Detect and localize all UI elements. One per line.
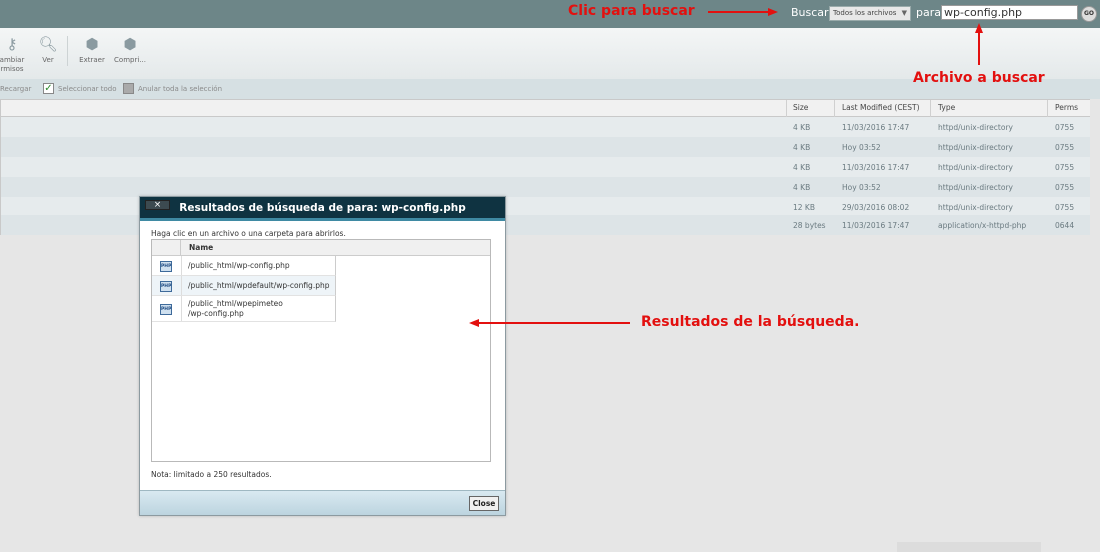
cell-modified: Hoy 03:52 — [842, 143, 881, 152]
compress-icon: ⬢ — [123, 35, 137, 53]
results-list: Name PHP /public_html/wp-config.php PHP … — [151, 239, 491, 462]
search-label: Buscar — [791, 6, 829, 19]
toolbar-divider — [67, 36, 68, 66]
cell-type: application/x-httpd-php — [938, 221, 1027, 230]
cell-type: httpd/unix-directory — [938, 183, 1013, 192]
annotation-click-search: Clic para buscar — [568, 3, 695, 19]
cell-perms: 0644 — [1055, 221, 1075, 230]
search-results-dialog: × Resultados de búsqueda de para: wp-con… — [139, 196, 506, 516]
cell-perms: 0755 — [1055, 123, 1075, 132]
cell-perms: 0755 — [1055, 183, 1075, 192]
toolbar-extract-button[interactable]: ⬢ Extraer — [77, 35, 107, 65]
table-row[interactable]: 4 KB Hoy 03:52 httpd/unix-directory 0755 — [1, 177, 1090, 197]
extract-icon: ⬢ — [85, 35, 99, 53]
result-item[interactable]: PHP /public_html/wp-config.php — [152, 256, 336, 276]
php-file-icon: PHP — [160, 261, 172, 272]
deselect-all-link[interactable]: Anular toda la selección — [138, 85, 222, 93]
row-divider — [181, 296, 182, 321]
toolbar-extract-label: Extraer — [79, 56, 105, 64]
dialog-header-stripe — [140, 218, 505, 221]
para-label: para — [916, 6, 941, 19]
toolbar-permissions-button[interactable]: ⚷ ambiar rmisos — [0, 35, 28, 74]
cell-modified: Hoy 03:52 — [842, 183, 881, 192]
search-bar: Buscar Todos los archivos ▼ para wp-conf… — [0, 0, 1100, 28]
column-type[interactable]: Type — [938, 103, 955, 112]
cell-size: 28 bytes — [793, 221, 826, 230]
php-file-icon: PHP — [160, 304, 172, 315]
table-row[interactable]: 4 KB 11/03/2016 17:47 httpd/unix-directo… — [1, 117, 1090, 137]
result-item[interactable]: PHP /public_html/wpdefault/wp-config.php — [152, 276, 336, 296]
cell-type: httpd/unix-directory — [938, 123, 1013, 132]
annotation-results: Resultados de la búsqueda. — [641, 314, 860, 330]
chevron-down-icon: ▼ — [901, 9, 907, 17]
cell-size: 4 KB — [793, 163, 811, 172]
cell-size: 4 KB — [793, 143, 811, 152]
results-header: Name — [152, 240, 490, 256]
table-row[interactable]: 4 KB Hoy 03:52 httpd/unix-directory 0755 — [1, 137, 1090, 157]
close-button[interactable]: Close — [469, 496, 499, 511]
toolbar-view-button[interactable]: 🔍︎ Ver — [36, 35, 60, 65]
go-button[interactable]: GO — [1081, 6, 1097, 22]
result-item[interactable]: PHP /public_html/wpepimeteo /wp-config.p… — [152, 296, 336, 322]
cell-type: httpd/unix-directory — [938, 143, 1013, 152]
row-divider — [181, 276, 182, 295]
cell-size: 4 KB — [793, 123, 811, 132]
dialog-header: × Resultados de búsqueda de para: wp-con… — [140, 197, 505, 218]
search-scope-value: Todos los archivos — [833, 9, 897, 17]
result-path: /public_html/wpdefault/wp-config.php — [188, 281, 330, 290]
results-column-name[interactable]: Name — [189, 243, 213, 252]
dialog-hint: Haga clic en un archivo o una carpeta pa… — [151, 229, 346, 238]
cell-perms: 0755 — [1055, 163, 1075, 172]
search-scope-select[interactable]: Todos los archivos ▼ — [829, 6, 911, 21]
toolbar-permissions-label: ambiar rmisos — [0, 56, 25, 73]
results-limit-note: Nota: limitado a 250 resultados. — [151, 470, 272, 479]
column-perms[interactable]: Perms — [1055, 103, 1078, 112]
search-input[interactable]: wp-config.php — [941, 5, 1078, 20]
dialog-footer: Close — [140, 490, 505, 515]
cell-modified: 11/03/2016 17:47 — [842, 221, 910, 230]
select-all-link[interactable]: Seleccionar todo — [58, 85, 117, 93]
cell-perms: 0755 — [1055, 203, 1075, 212]
row-divider — [181, 256, 182, 275]
pagination-bar — [897, 542, 1041, 552]
reload-link[interactable]: Recargar — [0, 85, 31, 93]
result-path: /public_html/wpepimeteo /wp-config.php — [188, 299, 283, 318]
cell-modified: 29/03/2016 08:02 — [842, 203, 910, 212]
table-row[interactable]: 4 KB 11/03/2016 17:47 httpd/unix-directo… — [1, 157, 1090, 177]
key-icon: ⚷ — [6, 35, 18, 53]
column-size[interactable]: Size — [793, 103, 808, 112]
cell-modified: 11/03/2016 17:47 — [842, 163, 910, 172]
php-file-icon: PHP — [160, 281, 172, 292]
results-icon-column — [152, 240, 181, 256]
table-header: Size Last Modified (CEST) Type Perms — [1, 100, 1090, 117]
cell-type: httpd/unix-directory — [938, 163, 1013, 172]
toolbar-compress-label: Compri... — [114, 56, 146, 64]
column-last-modified[interactable]: Last Modified (CEST) — [842, 103, 920, 112]
annotation-file-to-search: Archivo a buscar — [913, 70, 1045, 86]
deselect-all-checkbox[interactable] — [123, 83, 134, 94]
dialog-title: Resultados de búsqueda de para: wp-confi… — [179, 202, 466, 214]
magnifier-icon: 🔍︎ — [38, 35, 58, 53]
cell-perms: 0755 — [1055, 143, 1075, 152]
cell-size: 4 KB — [793, 183, 811, 192]
cell-size: 12 KB — [793, 203, 815, 212]
toolbar-view-label: Ver — [42, 56, 54, 64]
cell-modified: 11/03/2016 17:47 — [842, 123, 910, 132]
result-path: /public_html/wp-config.php — [188, 261, 290, 270]
toolbar-compress-button[interactable]: ⬢ Compri... — [113, 35, 147, 65]
cell-type: httpd/unix-directory — [938, 203, 1013, 212]
select-all-checkbox[interactable]: ✓ — [43, 83, 54, 94]
